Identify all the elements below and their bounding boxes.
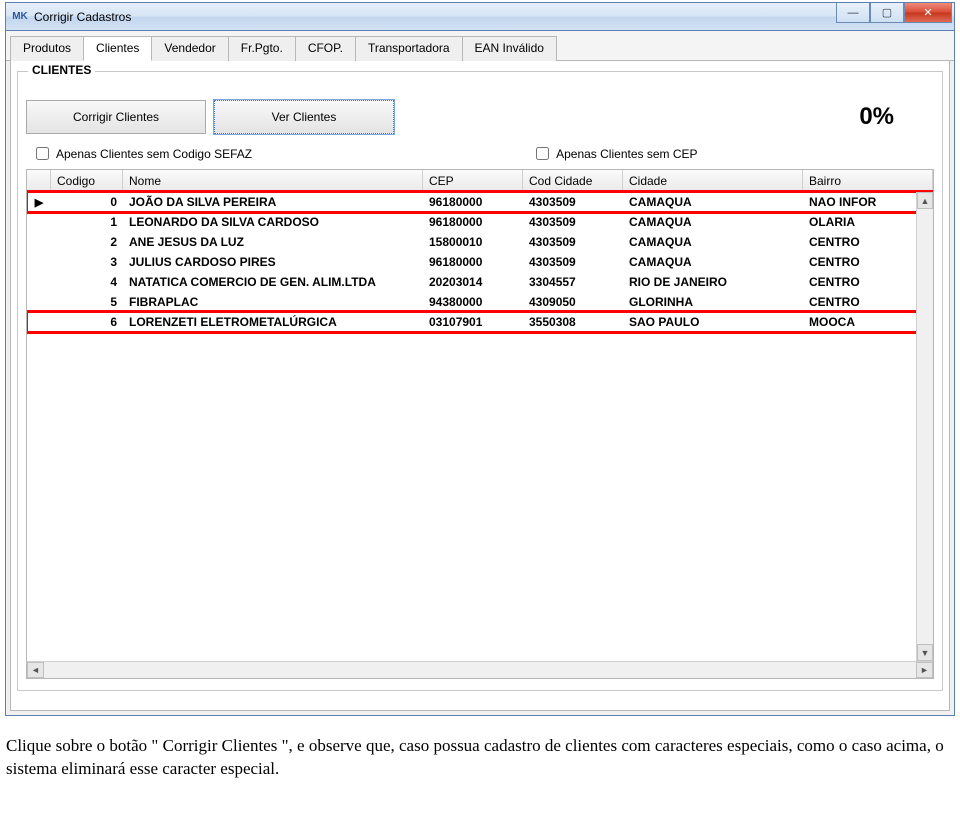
cell-bairro: NAO INFOR <box>803 195 933 209</box>
cell-cep: 96180000 <box>423 195 523 209</box>
cell-bairro: MOOCA <box>803 315 933 329</box>
check-sem-cep[interactable]: Apenas Clientes sem CEP <box>532 144 697 163</box>
cell-cidade: CAMAQUA <box>623 235 803 249</box>
cell-cidade: SAO PAULO <box>623 315 803 329</box>
cell-codigo: 5 <box>51 295 123 309</box>
cell-codcidade: 4303509 <box>523 195 623 209</box>
vertical-scrollbar[interactable]: ▲ ▼ <box>916 192 933 661</box>
table-row[interactable]: 2ANE JESUS DA LUZ158000104303509CAMAQUAC… <box>27 232 933 252</box>
cell-codigo: 1 <box>51 215 123 229</box>
window-buttons: — ▢ ✕ <box>836 3 952 23</box>
cell-cep: 15800010 <box>423 235 523 249</box>
cell-codigo: 6 <box>51 315 123 329</box>
col-cidade[interactable]: Cidade <box>623 170 803 191</box>
table-row[interactable]: 4NATATICA COMERCIO DE GEN. ALIM.LTDA2020… <box>27 272 933 292</box>
cell-nome: NATATICA COMERCIO DE GEN. ALIM.LTDA <box>123 275 423 289</box>
tab-produtos[interactable]: Produtos <box>10 36 84 61</box>
check-sem-cep-input[interactable] <box>536 147 549 160</box>
cell-codcidade: 4309050 <box>523 295 623 309</box>
cell-cep: 20203014 <box>423 275 523 289</box>
window-title: Corrigir Cadastros <box>34 10 131 24</box>
cell-nome: FIBRAPLAC <box>123 295 423 309</box>
check-sem-cep-label: Apenas Clientes sem CEP <box>556 147 697 161</box>
grid-header: Codigo Nome CEP Cod Cidade Cidade Bairro <box>27 170 933 192</box>
scroll-right-icon[interactable]: ► <box>916 662 933 678</box>
tab-clientes[interactable]: Clientes <box>83 36 152 61</box>
cell-cidade: CAMAQUA <box>623 215 803 229</box>
table-row[interactable]: 1LEONARDO DA SILVA CARDOSO96180000430350… <box>27 212 933 232</box>
cell-bairro: OLARIA <box>803 215 933 229</box>
check-sem-codigo-input[interactable] <box>36 147 49 160</box>
cell-codigo: 0 <box>51 195 123 209</box>
cell-cep: 94380000 <box>423 295 523 309</box>
close-button[interactable]: ✕ <box>904 3 952 23</box>
groupbox-title: CLIENTES <box>28 63 95 77</box>
cell-bairro: CENTRO <box>803 295 933 309</box>
ver-clientes-button[interactable]: Ver Clientes <box>214 100 394 134</box>
groupbox-clientes: CLIENTES Corrigir Clientes Ver Clientes … <box>17 71 943 691</box>
cell-cep: 96180000 <box>423 215 523 229</box>
tab-ean-inv-lido[interactable]: EAN Inválido <box>462 36 557 61</box>
table-row[interactable]: 6LORENZETI ELETROMETALÚRGICA031079013550… <box>27 312 933 332</box>
tab-cfop-[interactable]: CFOP. <box>295 36 356 61</box>
minimize-button[interactable]: — <box>836 3 870 23</box>
tab-fr-pgto-[interactable]: Fr.Pgto. <box>228 36 296 61</box>
maximize-button[interactable]: ▢ <box>870 3 904 23</box>
cell-cep: 03107901 <box>423 315 523 329</box>
grid-rows: ▶0JOÃO DA SILVA PEREIRA961800004303509CA… <box>27 192 933 332</box>
cell-cidade: GLORINHA <box>623 295 803 309</box>
cell-cep: 96180000 <box>423 255 523 269</box>
scroll-up-icon[interactable]: ▲ <box>917 192 933 209</box>
cell-codcidade: 4303509 <box>523 255 623 269</box>
cell-bairro: CENTRO <box>803 235 933 249</box>
tabs-strip: ProdutosClientesVendedorFr.Pgto.CFOP.Tra… <box>6 31 954 61</box>
check-sem-codigo[interactable]: Apenas Clientes sem Codigo SEFAZ <box>32 144 252 163</box>
tab-panel-clientes: CLIENTES Corrigir Clientes Ver Clientes … <box>10 61 950 711</box>
cell-codigo: 4 <box>51 275 123 289</box>
tab-transportadora[interactable]: Transportadora <box>355 36 463 61</box>
cell-nome: JULIUS CARDOSO PIRES <box>123 255 423 269</box>
check-sem-codigo-label: Apenas Clientes sem Codigo SEFAZ <box>56 147 252 161</box>
scroll-down-icon[interactable]: ▼ <box>917 644 933 661</box>
table-row[interactable]: 3JULIUS CARDOSO PIRES961800004303509CAMA… <box>27 252 933 272</box>
col-bairro[interactable]: Bairro <box>803 170 933 191</box>
tab-vendedor[interactable]: Vendedor <box>151 36 228 61</box>
data-grid[interactable]: Codigo Nome CEP Cod Cidade Cidade Bairro… <box>26 169 934 679</box>
table-row[interactable]: 5FIBRAPLAC943800004309050GLORINHACENTRO <box>27 292 933 312</box>
cell-codigo: 2 <box>51 235 123 249</box>
horizontal-scrollbar[interactable]: ◄ ► <box>27 661 933 678</box>
cell-bairro: CENTRO <box>803 275 933 289</box>
progress-label: 0% <box>859 103 894 131</box>
cell-bairro: CENTRO <box>803 255 933 269</box>
cell-cidade: CAMAQUA <box>623 195 803 209</box>
button-row: Corrigir Clientes Ver Clientes 0% <box>26 100 934 134</box>
col-codigo[interactable]: Codigo <box>51 170 123 191</box>
checkbox-row: Apenas Clientes sem Codigo SEFAZ Apenas … <box>26 142 934 169</box>
scroll-left-icon[interactable]: ◄ <box>27 662 44 678</box>
corrigir-clientes-button[interactable]: Corrigir Clientes <box>26 100 206 134</box>
row-marker: ▶ <box>27 196 51 209</box>
col-marker <box>27 170 51 191</box>
col-cep[interactable]: CEP <box>423 170 523 191</box>
cell-nome: LORENZETI ELETROMETALÚRGICA <box>123 315 423 329</box>
instruction-text: Clique sobre o botão " Corrigir Clientes… <box>6 735 946 781</box>
col-nome[interactable]: Nome <box>123 170 423 191</box>
app-icon: MK <box>12 9 28 25</box>
cell-codcidade: 4303509 <box>523 215 623 229</box>
table-row[interactable]: ▶0JOÃO DA SILVA PEREIRA961800004303509CA… <box>27 192 933 212</box>
cell-codigo: 3 <box>51 255 123 269</box>
col-codcidade[interactable]: Cod Cidade <box>523 170 623 191</box>
titlebar: MK Corrigir Cadastros — ▢ ✕ <box>6 3 954 31</box>
cell-nome: ANE JESUS DA LUZ <box>123 235 423 249</box>
cell-codcidade: 4303509 <box>523 235 623 249</box>
cell-codcidade: 3304557 <box>523 275 623 289</box>
cell-codcidade: 3550308 <box>523 315 623 329</box>
cell-cidade: RIO DE JANEIRO <box>623 275 803 289</box>
cell-nome: LEONARDO DA SILVA CARDOSO <box>123 215 423 229</box>
app-window: MK Corrigir Cadastros — ▢ ✕ ProdutosClie… <box>5 2 955 716</box>
cell-nome: JOÃO DA SILVA PEREIRA <box>123 195 423 209</box>
cell-cidade: CAMAQUA <box>623 255 803 269</box>
